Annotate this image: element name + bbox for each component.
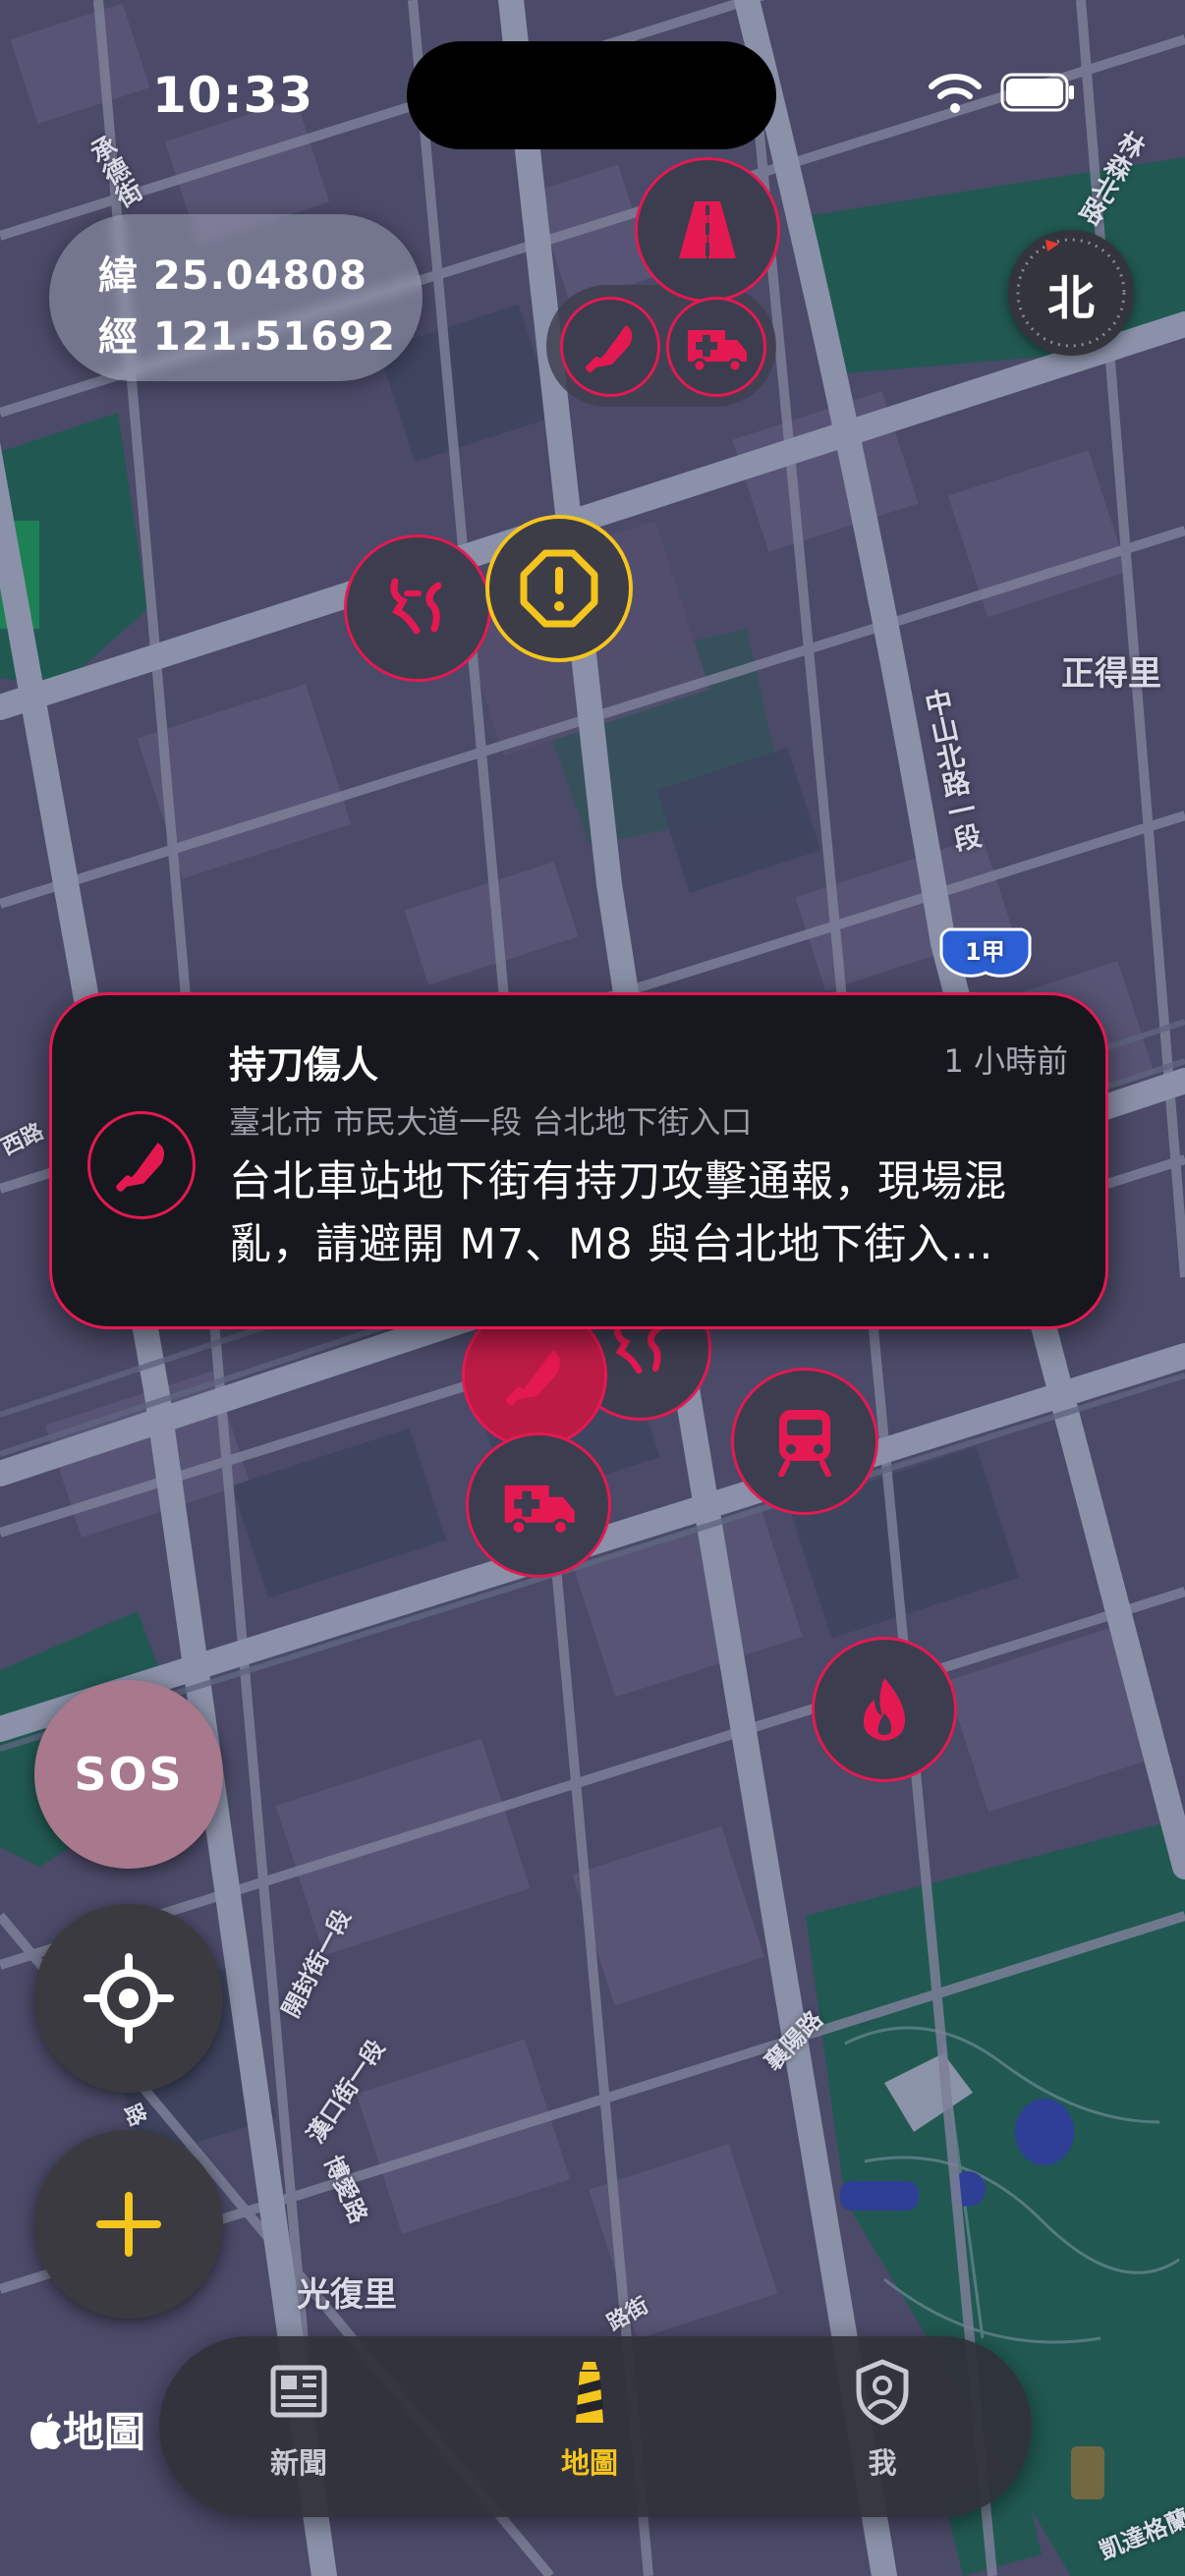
incident-description-line-1: 台北車站地下街有持刀攻擊通報，現場混 <box>229 1157 1007 1206</box>
wifi-icon <box>929 74 982 113</box>
train-icon <box>778 1410 831 1477</box>
knife-attack-marker[interactable] <box>560 297 660 397</box>
tab-map[interactable]: 地圖 <box>491 2336 688 2517</box>
incident-type-icon <box>87 1111 196 1219</box>
fire-marker[interactable] <box>812 1637 957 1782</box>
warning-marker[interactable] <box>485 515 633 662</box>
ambulance-marker-top[interactable] <box>666 297 766 397</box>
ambulance-icon <box>688 330 747 373</box>
incident-description: 台北車站地下街有持刀攻擊通報，現場混 亂，請避開 M7、M8 與台北地下街入..… <box>229 1150 1074 1276</box>
map-label-zhengde: 正得里 <box>1061 654 1161 694</box>
tab-bar: 新聞 地圖 我 <box>159 2336 1032 2517</box>
incident-title: 持刀傷人 <box>229 1043 379 1087</box>
compass-button[interactable]: 北 <box>1008 230 1134 356</box>
tab-me-label: 我 <box>868 2446 897 2480</box>
road-crack-icon <box>390 578 442 635</box>
fire-icon <box>863 1678 906 1741</box>
road-closure-marker[interactable] <box>635 157 780 303</box>
road-damage-marker[interactable] <box>344 534 491 682</box>
my-location-button[interactable] <box>34 1904 223 2093</box>
knife-icon <box>586 325 633 372</box>
ambulance-icon <box>504 1484 575 1537</box>
incident-time-ago: 1 小時前 <box>943 1042 1068 1080</box>
add-report-button[interactable] <box>34 2130 223 2319</box>
sos-label: SOS <box>74 1748 184 1801</box>
road-icon <box>679 201 736 258</box>
battery-icon <box>1000 73 1074 112</box>
status-time: 10:33 <box>152 67 314 124</box>
lighthouse-icon <box>576 2362 603 2423</box>
compass-north-label: 北 <box>1046 271 1095 326</box>
incident-description-line-2: 亂，請避開 M7、M8 與台北地下街入... <box>229 1220 994 1269</box>
maps-attribution[interactable]: 地圖 <box>29 2399 145 2459</box>
plus-icon <box>96 2192 161 2257</box>
tab-news[interactable]: 新聞 <box>200 2336 397 2517</box>
ambulance-marker[interactable] <box>466 1432 611 1578</box>
route-shield-label: 1甲 <box>965 938 1005 966</box>
incident-card[interactable]: 持刀傷人 1 小時前 臺北市 市民大道一段 台北地下街入口 台北車站地下街有持刀… <box>49 992 1108 1329</box>
incident-address: 臺北市 市民大道一段 台北地下街入口 <box>229 1103 753 1141</box>
dynamic-island <box>407 41 776 149</box>
crosshair-icon <box>84 1953 174 2044</box>
tab-news-label: 新聞 <box>269 2446 327 2480</box>
longitude-text: 經 121.51692 <box>98 314 396 360</box>
map-label-guangfu: 光復里 <box>297 2275 397 2315</box>
newspaper-icon <box>270 2365 327 2418</box>
tab-map-label: 地圖 <box>560 2446 618 2480</box>
knife-icon <box>505 1350 560 1406</box>
tab-me[interactable]: 我 <box>784 2336 981 2517</box>
sos-button[interactable]: SOS <box>34 1680 223 1869</box>
maps-attribution-label: 地圖 <box>63 2408 146 2456</box>
knife-icon <box>116 1143 164 1192</box>
warning-octagon-icon <box>520 549 598 628</box>
latitude-text: 緯 25.04808 <box>98 253 367 299</box>
shield-person-icon <box>856 2359 909 2426</box>
apple-logo-icon <box>30 2413 61 2449</box>
train-marker[interactable] <box>731 1368 878 1515</box>
coordinate-readout: 緯 25.04808 經 121.51692 <box>49 214 423 381</box>
